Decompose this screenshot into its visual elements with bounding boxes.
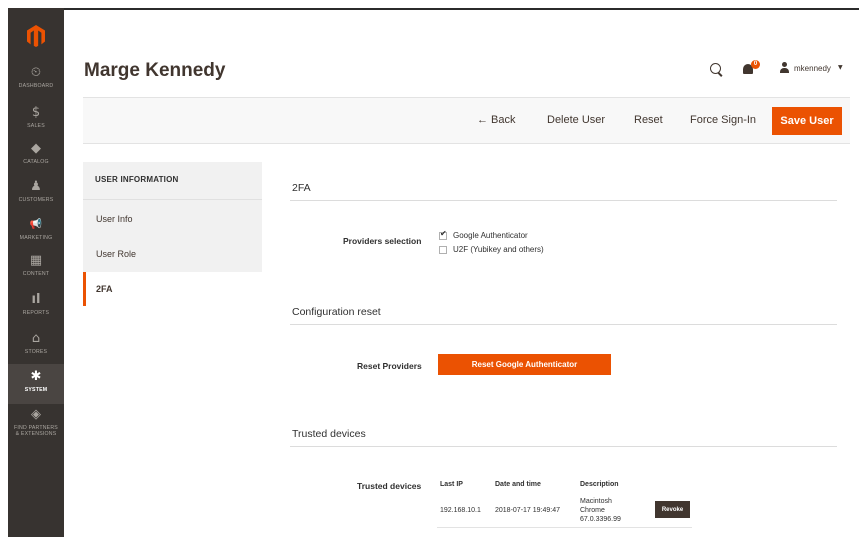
section-title-configuration-reset: Configuration reset [292,306,381,318]
sidebar-item-catalog[interactable]: ◆ CATALOG [8,142,64,172]
user-icon[interactable] [779,62,789,74]
reset-google-authenticator-button[interactable]: Reset Google Authenticator [438,354,611,375]
revoke-button[interactable]: Revoke [655,501,690,518]
section-divider [290,446,837,447]
tab-user-role[interactable]: User Role [96,249,136,259]
providers-selection-label: Providers selection [343,236,422,246]
reset-providers-label: Reset Providers [357,361,422,371]
search-icon[interactable] [710,63,721,74]
u2f-checkbox[interactable] [439,246,447,254]
magento-logo-icon[interactable] [8,16,64,56]
dashboard-icon: ⏲ [30,65,42,80]
box-icon: ◈ [31,407,41,422]
cell-description-version: 67.0.3396.99 [580,516,621,523]
delete-user-button[interactable]: Delete User [547,114,605,126]
column-header-last-ip: Last IP [440,481,463,488]
cell-description-browser: Chrome [580,507,605,514]
save-user-button[interactable]: Save User [772,107,842,135]
tabs-title: USER INFORMATION [95,175,179,184]
sidebar-item-marketing[interactable]: 📢 MARKETING [8,218,64,248]
bar-chart-icon: ıl [31,292,41,307]
chevron-down-icon[interactable]: ▼ [838,64,843,71]
store-icon: ⌂ [31,331,41,346]
person-icon: ♟ [30,179,42,194]
notification-badge: 0 [751,60,760,69]
admin-sidebar: ⏲ DASHBOARD $ SALES ◆ CATALOG ♟ CUSTOMER… [8,8,64,537]
cell-last-ip: 192.168.10.1 [440,507,481,514]
window-top-border [8,8,859,10]
google-authenticator-checkbox[interactable]: ✔ [439,229,447,240]
megaphone-icon: 📢 [29,219,43,230]
reset-button[interactable]: Reset [634,114,663,126]
sidebar-item-dashboard[interactable]: ⏲ DASHBOARD [8,66,64,98]
column-header-description: Description [580,481,619,488]
sidebar-item-stores[interactable]: ⌂ STORES [8,332,64,362]
gear-icon: ✱ [30,369,42,384]
check-icon: ✔ [440,229,447,238]
tab-user-info[interactable]: User Info [96,214,133,224]
sidebar-item-customers[interactable]: ♟ CUSTOMERS [8,180,64,210]
section-divider [290,324,837,325]
cell-description-os: Macintosh [580,498,612,505]
sidebar-item-system[interactable]: ✱ SYSTEM [8,364,64,404]
section-divider [290,200,837,201]
table-row-divider [437,527,692,528]
section-title-trusted-devices: Trusted devices [292,428,366,440]
sidebar-item-content[interactable]: ▦ CONTENT [8,254,64,284]
section-title-2fa: 2FA [292,182,311,194]
cell-date-time: 2018-07-17 19:49:47 [495,507,560,514]
account-username[interactable]: mkennedy [794,64,831,73]
page-title: Marge Kennedy [84,60,226,81]
back-button[interactable]: ← Back [477,114,516,126]
trusted-devices-label: Trusted devices [357,481,422,491]
tabs-divider [83,199,262,200]
google-authenticator-label: Google Authenticator [453,231,528,240]
tab-2fa-label: 2FA [96,284,113,294]
force-sign-in-button[interactable]: Force Sign-In [690,114,756,126]
u2f-label: U2F (Yubikey and others) [453,245,544,254]
column-header-date-time: Date and time [495,481,541,488]
sidebar-item-sales[interactable]: $ SALES [8,106,64,136]
sidebar-item-reports[interactable]: ıl REPORTS [8,293,64,323]
sidebar-item-find-partners[interactable]: ◈ FIND PARTNERS & EXTENSIONS [8,408,64,444]
layout-icon: ▦ [29,253,43,268]
dollar-icon: $ [31,105,41,120]
cube-icon: ◆ [31,141,41,156]
